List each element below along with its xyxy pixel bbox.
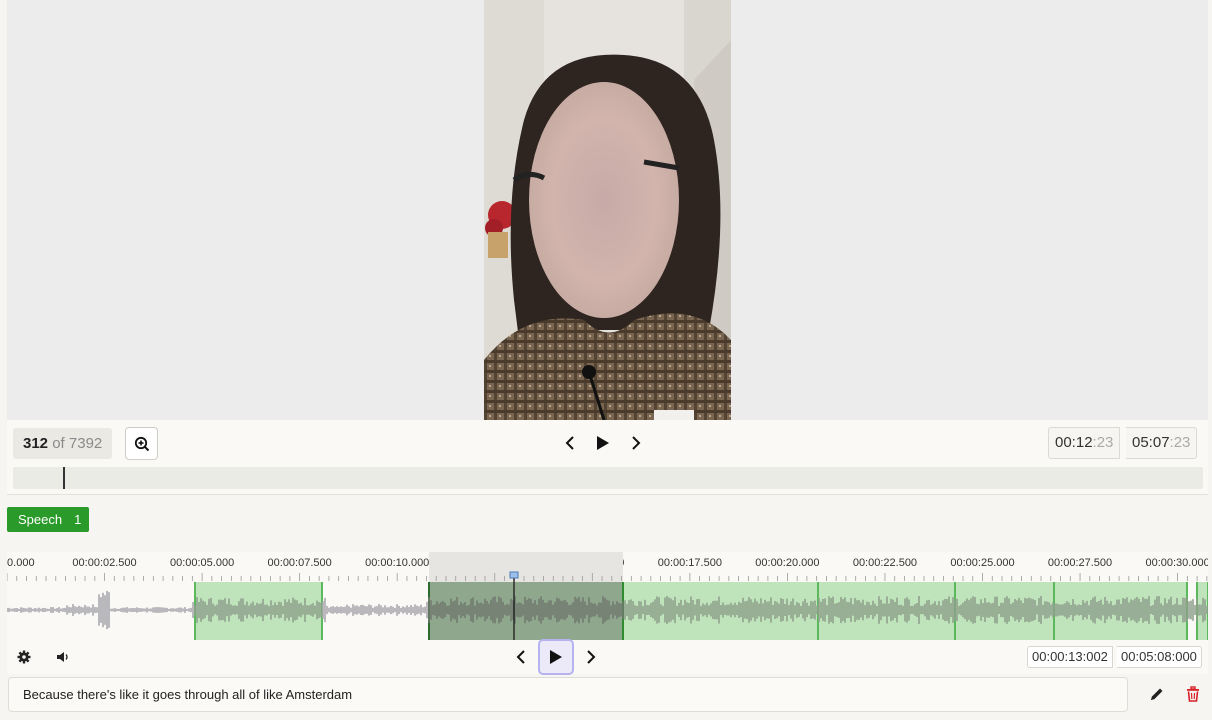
zoom-button[interactable] <box>125 427 158 460</box>
edit-button[interactable] <box>1146 683 1168 705</box>
trash-icon <box>1187 686 1199 702</box>
video-scrubber[interactable] <box>13 467 1203 489</box>
playhead-handle[interactable] <box>509 571 519 579</box>
total-time-frames: :23 <box>1169 434 1191 451</box>
video-area <box>7 0 1208 420</box>
segment-controls: 00:00:13:002 00:05:08:000 <box>7 639 1208 675</box>
scrubber-handle[interactable] <box>62 467 65 489</box>
current-time-main: 00:12 <box>1055 434 1093 451</box>
play-icon <box>550 650 562 664</box>
play-video-button[interactable] <box>590 429 616 457</box>
current-time: 00:12:23 <box>1048 427 1121 459</box>
label-list: Speech 1 <box>7 507 90 532</box>
pencil-icon <box>1151 688 1163 700</box>
delete-button[interactable] <box>1182 683 1204 705</box>
segment-end-input[interactable]: 00:05:08:000 <box>1117 646 1202 668</box>
video-image <box>484 0 731 420</box>
video-frame[interactable] <box>484 0 731 420</box>
volume-button[interactable] <box>52 646 74 668</box>
waveform[interactable] <box>7 552 1208 640</box>
volume-icon <box>57 652 68 662</box>
chevron-right-icon <box>587 650 596 664</box>
label-name: Speech <box>18 512 63 527</box>
chevron-left-icon <box>516 650 525 664</box>
total-time-main: 05:07 <box>1132 434 1170 451</box>
prev-frame-button[interactable] <box>557 429 583 457</box>
segment-start-input[interactable]: 00:00:13:002 <box>1027 646 1113 668</box>
frame-total: of 7392 <box>52 435 103 452</box>
chevron-left-icon <box>565 436 574 450</box>
play-icon <box>597 436 609 450</box>
label-count: 1 <box>74 512 82 527</box>
label-speech[interactable]: Speech 1 <box>7 507 90 532</box>
audio-timeline[interactable]: )0.00000:00:02.50000:00:05.00000:00:07.5… <box>7 552 1208 640</box>
next-segment-button[interactable] <box>580 642 602 672</box>
zoom-in-icon <box>134 436 149 451</box>
current-time-frames: :23 <box>1092 434 1114 451</box>
segment-nav <box>510 639 602 675</box>
selection-ruler-highlight <box>429 552 623 582</box>
play-segment-button[interactable] <box>538 639 574 675</box>
annotation-app: 312 of 7392 00:12:23 05:07:23 Speech 1 0… <box>0 0 1212 720</box>
settings-button[interactable] <box>13 646 35 668</box>
prev-segment-button[interactable] <box>510 642 532 672</box>
selected-segment[interactable] <box>429 582 623 640</box>
player-controls: 312 of 7392 00:12:23 05:07:23 <box>7 420 1208 495</box>
gear-icon <box>17 650 31 664</box>
transcript-text[interactable]: Because there's like it goes through all… <box>8 677 1128 712</box>
total-time: 05:07:23 <box>1126 427 1198 459</box>
frame-counter: 312 of 7392 <box>13 428 113 459</box>
next-frame-button[interactable] <box>623 429 649 457</box>
chevron-right-icon <box>632 436 641 450</box>
frame-current: 312 <box>23 435 49 452</box>
video-nav <box>557 429 649 457</box>
